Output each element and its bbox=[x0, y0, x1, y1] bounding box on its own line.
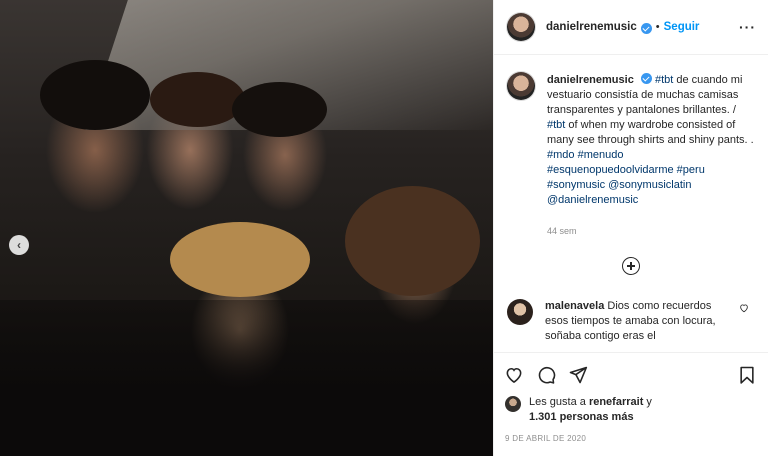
caption-timestamp[interactable]: 44 sem bbox=[547, 224, 755, 239]
load-more-comments[interactable] bbox=[507, 257, 755, 275]
likes-text: Les gusta a renefarrait y 1.301 personas… bbox=[529, 395, 652, 425]
like-comment-heart-icon[interactable] bbox=[739, 303, 749, 313]
photo-person bbox=[345, 186, 480, 296]
photo-person bbox=[170, 222, 310, 297]
comment-body: malenavela Dios como recuerdos esos tiem… bbox=[545, 299, 733, 344]
action-icons bbox=[504, 363, 757, 387]
verified-badge-icon bbox=[640, 22, 652, 34]
hashtag-link[interactable]: #menudo bbox=[578, 149, 624, 161]
post-actions: Les gusta a renefarrait y 1.301 personas… bbox=[494, 352, 768, 443]
likes-joiner: y bbox=[643, 396, 652, 408]
post-header: danielrenemusic • Seguir ··· bbox=[494, 0, 768, 55]
hashtag-link[interactable]: #tbt bbox=[655, 74, 673, 86]
commenter-username[interactable]: malenavela bbox=[545, 300, 604, 312]
post-photo[interactable]: ‹ bbox=[0, 0, 493, 456]
like-heart-icon[interactable] bbox=[504, 365, 524, 385]
previous-photo-button[interactable]: ‹ bbox=[9, 235, 29, 255]
photo-person bbox=[150, 72, 245, 127]
mention-link[interactable]: @danielrenemusic bbox=[547, 194, 638, 206]
follow-button[interactable]: Seguir bbox=[664, 21, 700, 33]
likes-prefix: Les gusta a bbox=[529, 396, 589, 408]
liker-username[interactable]: renefarrait bbox=[589, 396, 643, 408]
hashtag-link[interactable]: #sonymusic bbox=[547, 179, 605, 191]
liker-avatar[interactable] bbox=[505, 396, 521, 412]
caption-username[interactable]: danielrenemusic bbox=[547, 74, 634, 86]
caption: danielrenemusic #tbt de cuando mi vestua… bbox=[507, 72, 755, 239]
comment: malenavela Dios como recuerdos esos tiem… bbox=[507, 299, 755, 344]
more-options-icon[interactable]: ··· bbox=[739, 19, 756, 35]
post-date[interactable]: 9 DE ABRIL DE 2020 bbox=[504, 434, 757, 443]
post-side-panel: danielrenemusic • Seguir ··· danielrenem… bbox=[493, 0, 768, 456]
author-avatar[interactable] bbox=[507, 13, 535, 41]
share-paper-plane-icon[interactable] bbox=[568, 365, 588, 385]
commenter-avatar[interactable] bbox=[507, 299, 533, 325]
author-username[interactable]: danielrenemusic bbox=[546, 21, 637, 33]
comment-bubble-icon[interactable] bbox=[536, 365, 556, 385]
separator-dot: • bbox=[655, 21, 660, 33]
hashtag-link[interactable]: #peru bbox=[677, 164, 705, 176]
photo-person bbox=[232, 82, 327, 137]
caption-avatar[interactable] bbox=[507, 72, 535, 100]
verified-badge-icon bbox=[640, 73, 652, 84]
hashtag-link[interactable]: #tbt bbox=[547, 119, 565, 131]
save-bookmark-icon[interactable] bbox=[737, 365, 757, 385]
instagram-post: ‹ danielrenemusic • Seguir ··· danielren… bbox=[0, 0, 768, 456]
caption-text: of when my wardrobe consisted of many se… bbox=[547, 119, 754, 146]
caption-body: danielrenemusic #tbt de cuando mi vestua… bbox=[547, 72, 755, 239]
photo-shirts bbox=[0, 300, 493, 456]
likes-summary: Les gusta a renefarrait y 1.301 personas… bbox=[504, 395, 757, 425]
hashtag-link[interactable]: #esquenopuedoolvidarme bbox=[547, 164, 674, 176]
comments-section[interactable]: danielrenemusic #tbt de cuando mi vestua… bbox=[494, 56, 768, 351]
plus-circle-icon[interactable] bbox=[622, 257, 640, 275]
photo-person bbox=[40, 60, 150, 130]
chevron-left-icon: ‹ bbox=[17, 238, 21, 252]
mention-link[interactable]: @sonymusiclatin bbox=[608, 179, 691, 191]
hashtag-link[interactable]: #mdo bbox=[547, 149, 575, 161]
likes-count[interactable]: 1.301 personas más bbox=[529, 411, 634, 423]
